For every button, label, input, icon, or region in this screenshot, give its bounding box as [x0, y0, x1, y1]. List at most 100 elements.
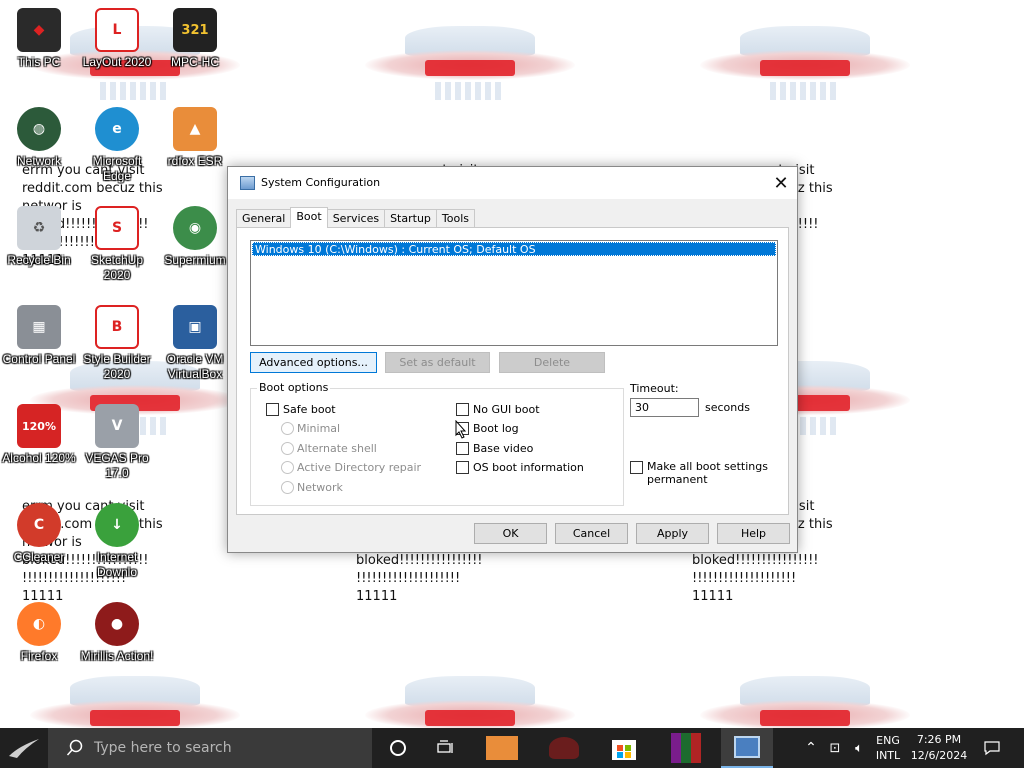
apply-button[interactable]: Apply — [636, 523, 709, 544]
radio-circle — [281, 461, 294, 474]
alternate-shell-radio[interactable]: Alternate shell — [281, 442, 377, 455]
delete-button[interactable]: Delete — [499, 352, 605, 373]
timeout-input[interactable]: 30 — [630, 398, 699, 417]
search-icon — [66, 739, 83, 756]
timeout-unit-label: seconds — [705, 401, 750, 414]
radio-circle — [281, 481, 294, 494]
edge-icon: e — [95, 107, 139, 151]
clock-time: 7:26 PM — [916, 733, 962, 746]
checkbox-box — [456, 442, 469, 455]
supermium-icon: ◉ — [173, 206, 217, 250]
desktop-icon-mpc-hc[interactable]: 321 MPC-HC — [155, 8, 235, 70]
tab-tools[interactable]: Tools — [435, 209, 476, 228]
boot-options-legend: Boot options — [257, 381, 331, 394]
vegas-icon: V — [95, 404, 139, 448]
microsoft-store-icon — [612, 740, 636, 760]
ad-repair-radio[interactable]: Active Directory repair — [281, 461, 421, 474]
tab-general[interactable]: General — [236, 209, 292, 228]
ok-button[interactable]: OK — [474, 523, 547, 544]
os-boot-information-checkbox[interactable]: OS boot information — [456, 461, 584, 474]
taskbar-app-rog[interactable] — [540, 728, 588, 768]
taskbar-search-box[interactable]: Type here to search — [48, 728, 372, 768]
desktop-icon-idm[interactable]: ↓ Internet Downlo — [77, 503, 157, 580]
os-list-item[interactable]: Windows 10 (C:\Windows) : Current OS; De… — [252, 242, 776, 256]
tab-boot[interactable]: Boot — [290, 207, 328, 228]
recycle-bin-icon: ♻ — [17, 206, 61, 250]
taskbar-app-firefox-esr[interactable] — [478, 728, 526, 768]
minimal-radio[interactable]: Minimal — [281, 422, 340, 435]
sketchup-icon: S — [95, 206, 139, 250]
wallpaper-motif — [700, 20, 910, 110]
make-permanent-label-line2: permanent — [647, 473, 708, 486]
style-builder-icon: B — [95, 305, 139, 349]
no-gui-boot-checkbox[interactable]: No GUI boot — [456, 403, 540, 416]
set-as-default-button[interactable]: Set as default — [385, 352, 490, 373]
volume-muted-icon[interactable]: 🔈︎ — [848, 728, 870, 768]
network-radio[interactable]: Network — [281, 481, 343, 494]
radio-circle — [281, 442, 294, 455]
checkbox-box — [456, 403, 469, 416]
notification-center-icon[interactable] — [978, 728, 1006, 768]
firefox-esr-icon: ▲ — [173, 107, 217, 151]
desktop-icon-control-panel[interactable]: ▦ Control Panel — [0, 305, 79, 367]
radio-circle — [281, 422, 294, 435]
desktop-icon-layout[interactable]: L LayOut 2020 — [77, 8, 157, 70]
desktop-icon-mirillis[interactable]: ● Mirillis Action! — [77, 602, 157, 664]
taskbar-app-store[interactable] — [600, 728, 648, 768]
system-configuration-dialog: System Configuration ✕ General Boot Serv… — [227, 166, 798, 553]
desktop-icon-sketchup[interactable]: S SketchUp 2020 — [77, 206, 157, 283]
virtualbox-icon: ▣ — [173, 305, 217, 349]
help-button[interactable]: Help — [717, 523, 790, 544]
wallpaper-motif — [365, 20, 575, 110]
control-panel-icon: ▦ — [17, 305, 61, 349]
desktop-icon-alcohol[interactable]: 120% Alcohol 120% — [0, 404, 79, 466]
boot-tab-panel: Windows 10 (C:\Windows) : Current OS; De… — [236, 227, 789, 515]
desktop-icon-recycle-bin[interactable]: ♻ Recycle Bin — [0, 206, 79, 268]
close-icon[interactable]: ✕ — [765, 167, 797, 199]
idm-icon: ↓ — [95, 503, 139, 547]
desktop-icon-edge[interactable]: e Microsoft Edge — [77, 107, 157, 184]
desktop-icon-style-builder[interactable]: B Style Builder 2020 — [77, 305, 157, 382]
os-list[interactable]: Windows 10 (C:\Windows) : Current OS; De… — [250, 240, 778, 346]
make-permanent-checkbox[interactable]: Make all boot settings permanent — [630, 460, 768, 486]
mpc-hc-icon: 321 — [173, 8, 217, 52]
desktop-icon-firefox-esr[interactable]: ▲ rdfox ESR — [155, 107, 235, 169]
firefox-icon: ◐ — [17, 602, 61, 646]
title-bar[interactable]: System Configuration ✕ — [228, 167, 797, 199]
tab-startup[interactable]: Startup — [384, 209, 437, 228]
tab-services[interactable]: Services — [326, 209, 386, 228]
boot-options-group: Boot options Safe boot Minimal Alternate… — [250, 381, 624, 506]
desktop-icon-virtualbox[interactable]: ▣ Oracle VM VirtualBox — [155, 305, 235, 382]
dialog-title: System Configuration — [261, 176, 381, 189]
network-status-icon[interactable]: ⊡ — [824, 728, 846, 768]
clock[interactable]: 7:26 PM 12/6/2024 — [906, 728, 972, 768]
tray-overflow-chevron-icon[interactable]: ⌃ — [800, 728, 822, 768]
taskbar: Type here to search ⌃ ⊡ 🔈︎ ENG INTL 7:26… — [0, 728, 1024, 768]
desktop-icon-supermium[interactable]: ◉ Supermium — [155, 206, 235, 268]
checkbox-box — [456, 461, 469, 474]
checkbox-box — [630, 461, 643, 474]
desktop-icon-network[interactable]: ◍ Network — [0, 107, 79, 169]
desktop-icon-ccleaner[interactable]: C CCleaner — [0, 503, 79, 565]
base-video-checkbox[interactable]: Base video — [456, 442, 533, 455]
task-view-icon — [437, 740, 453, 753]
start-button[interactable] — [0, 728, 48, 768]
language-indicator[interactable]: ENG INTL — [872, 728, 904, 768]
safe-boot-checkbox[interactable]: Safe boot — [266, 403, 336, 416]
start-logo-icon — [9, 739, 39, 758]
winrar-icon — [671, 733, 701, 763]
desktop-icon-vegas[interactable]: V VEGAS Pro 17.0 — [77, 404, 157, 481]
mirillis-icon: ● — [95, 602, 139, 646]
desktop-icon-this-pc[interactable]: ◆ This PC — [0, 8, 79, 70]
desktop-icon-firefox[interactable]: ◐ Firefox — [0, 602, 79, 664]
firefox-esr-icon — [486, 736, 518, 760]
rog-laptop-icon: ◆ — [17, 8, 61, 52]
advanced-options-button[interactable]: Advanced options... — [250, 352, 377, 373]
taskbar-app-winrar[interactable] — [662, 728, 710, 768]
task-view-button[interactable] — [422, 728, 470, 768]
taskbar-app-system-configuration[interactable] — [721, 728, 773, 768]
cortana-ring-icon — [390, 740, 406, 756]
cortana-button[interactable] — [374, 728, 422, 768]
clock-date: 12/6/2024 — [910, 749, 968, 762]
cancel-button[interactable]: Cancel — [555, 523, 628, 544]
